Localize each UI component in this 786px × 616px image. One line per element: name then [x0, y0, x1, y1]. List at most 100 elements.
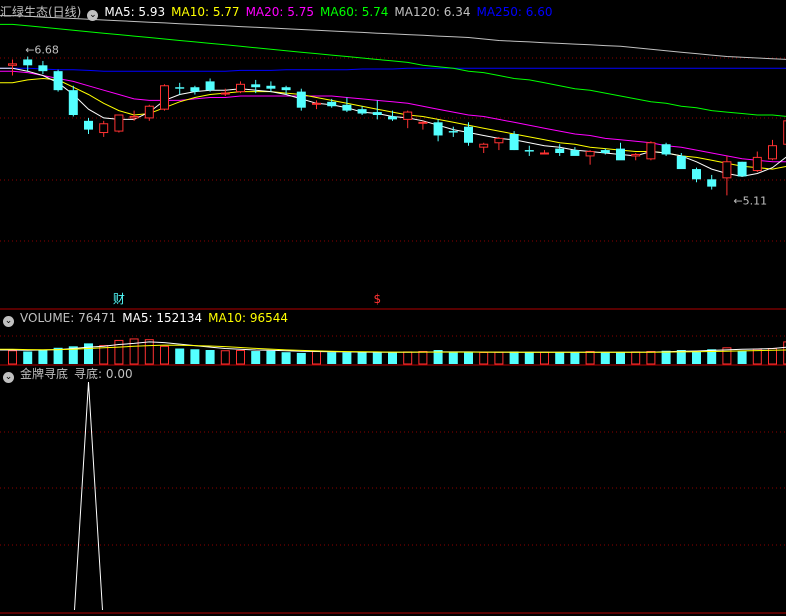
candle[interactable]	[266, 81, 276, 92]
candle[interactable]	[570, 147, 580, 156]
volume-bar[interactable]	[372, 352, 382, 364]
volume-bar[interactable]	[23, 351, 33, 364]
candle[interactable]	[707, 174, 717, 190]
candle[interactable]	[342, 97, 352, 113]
volume-bar[interactable]	[281, 352, 291, 364]
volume-bar[interactable]	[220, 350, 230, 365]
event-marker[interactable]: 财	[113, 292, 125, 306]
candle[interactable]	[8, 59, 17, 76]
volume-bar[interactable]	[312, 350, 321, 365]
candle[interactable]	[646, 141, 656, 161]
candle[interactable]	[312, 100, 321, 110]
candle[interactable]	[175, 82, 185, 95]
event-markers[interactable]: 财 $	[113, 292, 381, 306]
volume-bar[interactable]	[357, 351, 367, 364]
collapse-icon[interactable]: ⌄	[3, 316, 14, 327]
candle[interactable]	[190, 85, 200, 95]
indicator-name: 金牌寻底	[20, 367, 69, 381]
volume-bar[interactable]	[266, 350, 276, 364]
candle[interactable]	[114, 114, 124, 133]
candlestick-series[interactable]	[8, 56, 786, 196]
volume-bar[interactable]	[752, 348, 762, 365]
volume-bar[interactable]	[388, 352, 397, 364]
volume-bar[interactable]	[524, 351, 534, 364]
volume-bar[interactable]	[160, 345, 169, 365]
candle-body	[403, 111, 413, 120]
candle[interactable]	[84, 117, 93, 134]
candle[interactable]	[540, 150, 549, 155]
volume-bar[interactable]	[631, 351, 641, 365]
volume-bar[interactable]	[540, 351, 549, 365]
volume-bar[interactable]	[205, 350, 215, 364]
candle[interactable]	[631, 153, 641, 161]
candle[interactable]	[479, 142, 489, 153]
volume-bar[interactable]	[464, 351, 473, 364]
candle[interactable]	[752, 151, 762, 172]
volume-bar[interactable]	[8, 350, 17, 365]
volume-bar[interactable]	[418, 350, 428, 365]
candle-body	[464, 126, 473, 143]
volume-bar[interactable]	[479, 352, 489, 365]
candle[interactable]	[403, 110, 413, 129]
volume-bar[interactable]	[448, 352, 458, 364]
candle[interactable]	[494, 136, 504, 151]
candle-body	[99, 123, 109, 134]
candle-body	[570, 150, 580, 156]
volume-bar[interactable]	[494, 351, 504, 365]
candle-body	[84, 120, 93, 130]
candle-body	[661, 144, 671, 155]
volume-bar[interactable]	[570, 352, 580, 364]
candle[interactable]	[205, 78, 215, 92]
volume-bar[interactable]	[53, 347, 63, 364]
candle[interactable]	[418, 120, 428, 130]
volume-bar[interactable]	[236, 349, 245, 365]
volume-bar[interactable]	[190, 349, 200, 364]
volume-bar[interactable]	[661, 350, 671, 364]
volume-bar[interactable]	[616, 352, 625, 364]
volume-bar[interactable]	[509, 351, 519, 364]
candle[interactable]	[585, 150, 595, 165]
volume-bar[interactable]	[737, 350, 747, 364]
indicator-series	[74, 381, 103, 611]
volume-bar[interactable]	[251, 351, 261, 364]
candle[interactable]	[236, 81, 245, 94]
candle[interactable]	[737, 161, 747, 177]
volume-bar[interactable]	[296, 352, 306, 364]
candle[interactable]	[555, 144, 565, 156]
candle[interactable]	[692, 167, 701, 183]
volume-bar[interactable]	[144, 339, 154, 365]
candle-body	[129, 115, 139, 119]
candle[interactable]	[53, 69, 63, 92]
volume-bar[interactable]	[585, 350, 595, 365]
candle[interactable]	[38, 60, 48, 75]
volume-bar[interactable]	[342, 352, 352, 364]
candle[interactable]	[296, 88, 306, 111]
volume-bar[interactable]	[600, 352, 610, 364]
candle[interactable]	[357, 106, 367, 115]
candle[interactable]	[524, 145, 534, 156]
ma20-label: MA20: 5.75	[245, 5, 314, 19]
candle[interactable]	[616, 142, 625, 161]
volume-bar[interactable]	[555, 352, 565, 364]
volume-bar[interactable]	[38, 350, 48, 364]
candle[interactable]	[661, 142, 671, 156]
candle[interactable]	[433, 119, 443, 142]
volume-bar[interactable]	[692, 351, 701, 364]
volume-bar[interactable]	[327, 352, 337, 364]
event-marker[interactable]: $	[373, 292, 381, 306]
volume-bar[interactable]	[646, 350, 656, 365]
candle[interactable]	[99, 120, 109, 137]
collapse-icon[interactable]: ⌄	[3, 372, 14, 383]
volume-bar[interactable]	[175, 348, 185, 364]
stock-name[interactable]: 汇绿生态(日线)	[0, 5, 81, 19]
candle[interactable]	[509, 131, 519, 151]
candle-body	[494, 137, 504, 144]
chart-canvas[interactable]: ←6.68←5.11 财 $	[0, 0, 786, 616]
candle[interactable]	[768, 139, 777, 161]
candle[interactable]	[160, 84, 169, 111]
candle[interactable]	[23, 56, 33, 72]
candle[interactable]	[722, 155, 732, 196]
volume-bar[interactable]	[403, 351, 413, 365]
candle[interactable]	[68, 85, 78, 117]
collapse-icon[interactable]: ⌄	[87, 10, 99, 21]
